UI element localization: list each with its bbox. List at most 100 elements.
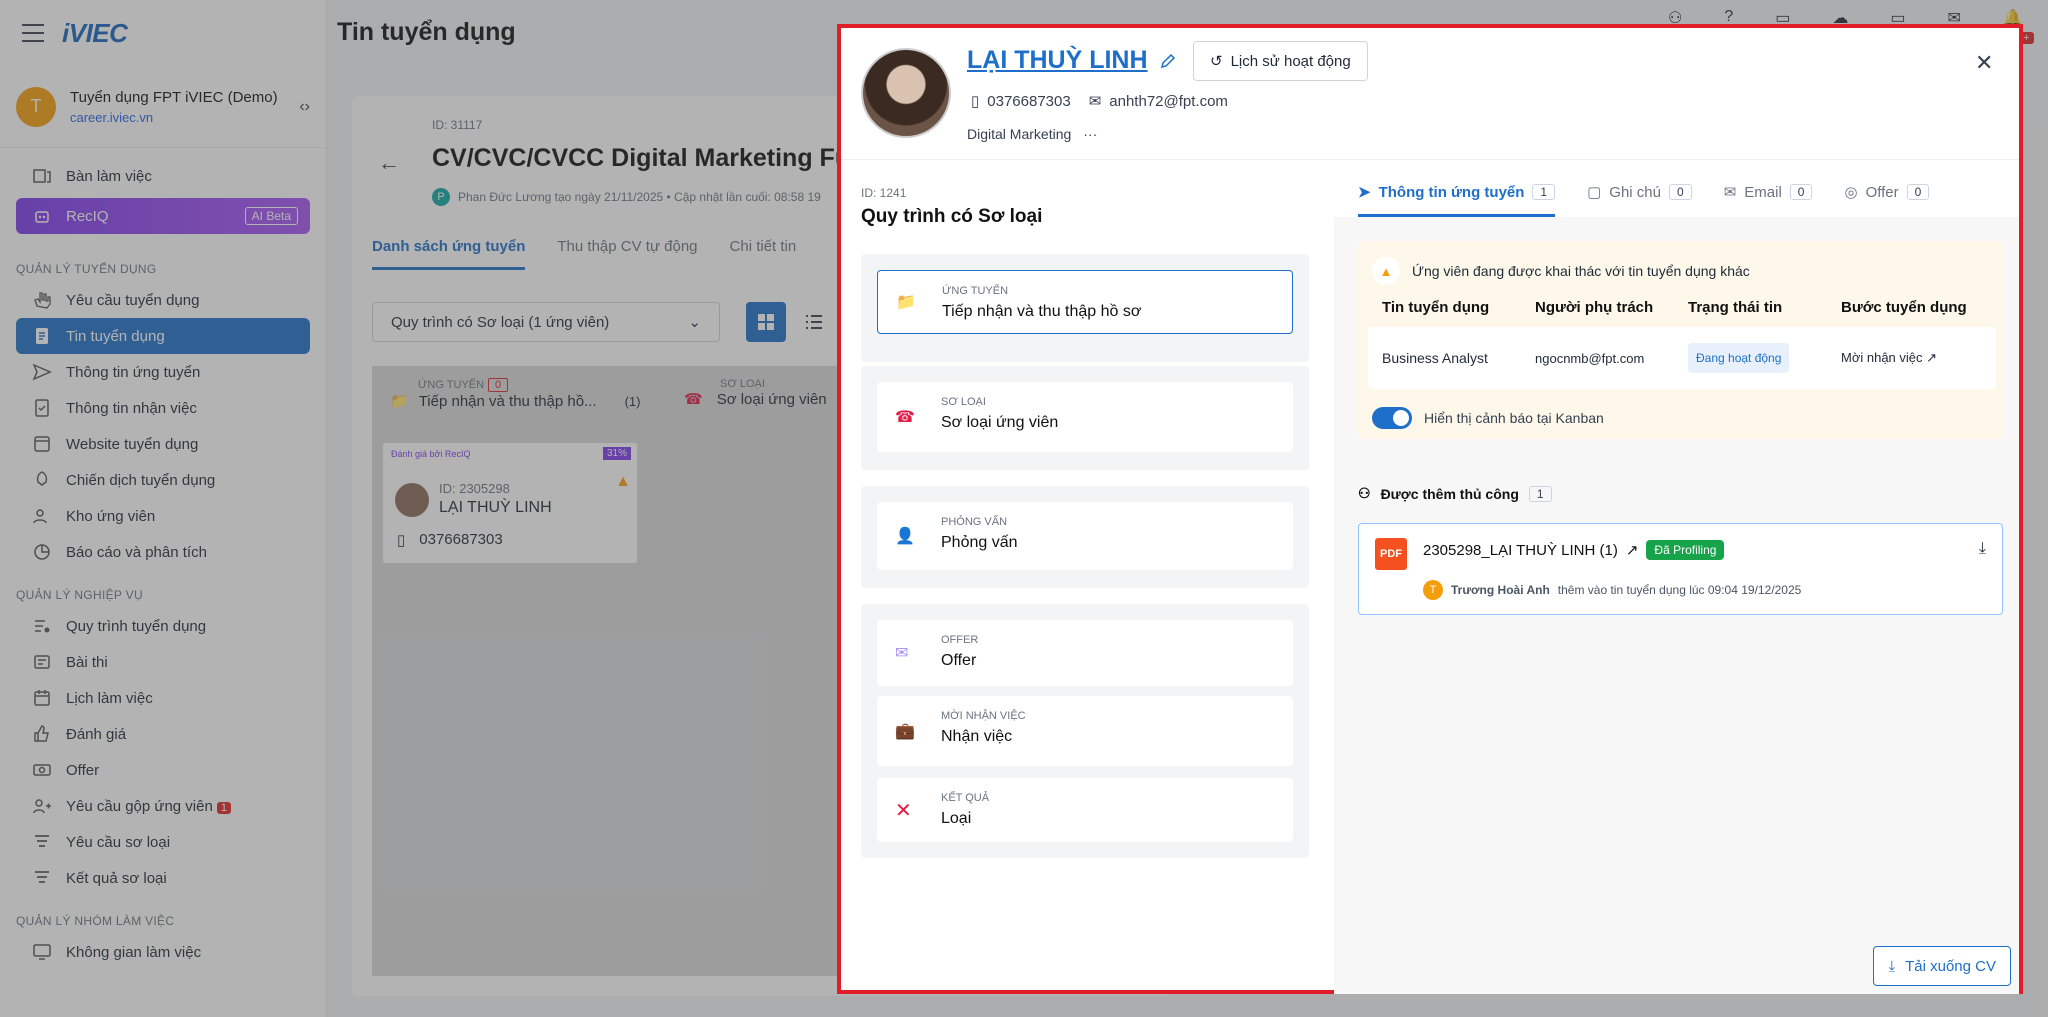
send-icon: ➤	[1358, 184, 1371, 201]
download-icon: ⤓	[1888, 957, 1896, 975]
mail-icon: ✉	[1723, 184, 1737, 201]
phone-info: ▯ 0376687303	[971, 92, 1071, 111]
stage-label: MỜI NHẬN VIỆC	[941, 710, 1026, 722]
warning-triangle-icon: ▲	[1372, 257, 1400, 285]
candidate-tabs: ➤ Thông tin ứng tuyển 1 ▢ Ghi chú 0 ✉ Email 0 …	[1334, 161, 2019, 217]
external-link-icon: ↗	[1926, 350, 1938, 365]
tab-count: 0	[1789, 184, 1813, 200]
row-job: Business Analyst	[1382, 350, 1488, 366]
column-header: Tin tuyển dụng	[1382, 299, 1490, 316]
email-text[interactable]: anhth72@fpt.com	[1109, 93, 1228, 110]
download-icon[interactable]: ⤓	[1979, 540, 1986, 558]
interview-user-icon: 👤	[895, 528, 915, 545]
stage-group: ☎ SƠ LOẠI Sơ loại ứng viên	[861, 366, 1309, 470]
tab-application-info[interactable]: ➤ Thông tin ứng tuyển 1	[1358, 183, 1556, 217]
phone-text: 0376687303	[987, 92, 1071, 110]
tab-label: Offer	[1865, 183, 1899, 201]
tab-label: Thông tin ứng tuyển	[1378, 183, 1525, 201]
tab-count: 0	[1906, 184, 1930, 200]
row-step[interactable]: Mời nhận việc ↗	[1841, 350, 1991, 366]
kanban-warning-toggle-row: Hiển thị cảnh báo tại Kanban	[1372, 407, 1604, 429]
external-link-icon[interactable]: ↗	[1626, 541, 1639, 559]
stage-group: 📁 ỨNG TUYỂN Tiếp nhận và thu thập hồ sơ	[861, 254, 1309, 362]
row-step-text: Mời nhận việc	[1841, 350, 1923, 365]
candidate-name-link[interactable]: LẠI THUỲ LINH	[967, 46, 1148, 75]
user-add-icon: ⚇	[1358, 485, 1371, 501]
stage-value: Tiếp nhận và thu thập hồ sơ	[942, 303, 1142, 320]
download-cv-button[interactable]: ⤓ Tải xuống CV	[1873, 946, 2011, 986]
stage-label: SƠ LOẠI	[941, 396, 986, 408]
column-header: Người phụ trách	[1535, 299, 1654, 316]
stage-group: 👤 PHỎNG VẤN Phỏng vấn	[861, 486, 1309, 588]
role-text: Digital Marketing	[967, 126, 1072, 142]
process-id: ID: 1241	[861, 186, 907, 200]
stage-group: ✉ OFFER Offer 💼 MỜI NHẬN VIỆC Nhận việc …	[861, 604, 1309, 858]
comment-icon: ▢	[1587, 184, 1602, 201]
more-options-icon[interactable]: ···	[1083, 126, 1097, 142]
status-badge: Đang hoạt động	[1688, 343, 1790, 373]
activity-history-button[interactable]: ↺ Lịch sử hoạt động	[1193, 41, 1368, 81]
candidate-avatar	[861, 48, 951, 138]
stage-apply[interactable]: 📁 ỨNG TUYỂN Tiếp nhận và thu thập hồ sơ	[877, 270, 1293, 334]
reject-x-icon: ✕	[895, 799, 912, 822]
toggle-label: Hiển thị cảnh báo tại Kanban	[1424, 410, 1604, 426]
briefcase-icon: 💼	[895, 723, 915, 740]
warning-title: ▲ Ứng viên đang được khai thác với tin t…	[1372, 257, 1750, 285]
envelope-icon: ✉	[895, 645, 909, 662]
email-info: ✉ anhth72@fpt.com	[1088, 92, 1228, 111]
table-row: Business Analyst ngocnmb@fpt.com Đang ho…	[1368, 327, 1996, 389]
stage-interview[interactable]: 👤 PHỎNG VẤN Phỏng vấn	[877, 502, 1293, 570]
candidate-contact: ▯ 0376687303 ✉ anhth72@fpt.com	[971, 92, 1228, 111]
cv-file-card[interactable]: PDF 2305298_LẠI THUỲ LINH (1) ↗ Đã Profi…	[1358, 523, 2003, 615]
candidate-detail-modal: LẠI THUỲ LINH ↺ Lịch sử hoạt động ✕ ▯ 037…	[837, 24, 2023, 994]
stage-value: Sơ loại ứng viên	[941, 414, 1059, 431]
stage-label: PHỎNG VẤN	[941, 516, 1008, 528]
stage-label: KẾT QUẢ	[941, 792, 990, 804]
activity-history-label: Lịch sử hoạt động	[1230, 52, 1351, 70]
row-owner: ngocnmb@fpt.com	[1535, 350, 1645, 366]
stage-value: Phỏng vấn	[941, 534, 1018, 551]
added-by-name: Trương Hoài Anh	[1451, 583, 1550, 597]
duplicate-warning: ▲ Ứng viên đang được khai thác với tin t…	[1358, 241, 2003, 439]
manual-label: Được thêm thủ công	[1380, 485, 1519, 502]
stage-label: OFFER	[941, 634, 979, 646]
tab-label: Ghi chú	[1609, 183, 1661, 201]
candidate-info-panel: ➤ Thông tin ứng tuyển 1 ▢ Ghi chú 0 ✉ Email 0 …	[1334, 161, 2019, 994]
added-by-avatar: T	[1423, 580, 1443, 600]
warning-title-text: Ứng viên đang được khai thác với tin tuy…	[1412, 263, 1750, 279]
column-header: Bước tuyển dụng	[1841, 299, 1967, 316]
tab-offer[interactable]: ◎ Offer 0	[1844, 183, 1930, 217]
close-icon[interactable]: ✕	[1975, 50, 1993, 76]
candidate-role: Digital Marketing ···	[967, 126, 1097, 142]
tab-notes[interactable]: ▢ Ghi chú 0	[1587, 183, 1692, 217]
profiling-status-badge: Đã Profiling	[1646, 540, 1725, 560]
tab-email[interactable]: ✉ Email 0	[1724, 183, 1813, 217]
manual-count: 1	[1528, 485, 1552, 502]
mobile-icon: ▯	[971, 93, 980, 110]
stage-offer[interactable]: ✉ OFFER Offer	[877, 620, 1293, 686]
stage-result[interactable]: ✕ KẾT QUẢ Loại	[877, 778, 1293, 842]
stage-value: Offer	[941, 652, 977, 669]
warning-table-header: Tin tuyển dụng Người phụ trách Trạng thá…	[1382, 299, 1982, 316]
file-name-row: 2305298_LẠI THUỲ LINH (1) ↗ Đã Profiling	[1423, 540, 1725, 560]
tab-count: 0	[1669, 184, 1692, 200]
stage-job-offer[interactable]: 💼 MỜI NHẬN VIỆC Nhận việc	[877, 696, 1293, 766]
stage-value: Nhận việc	[941, 728, 1013, 745]
download-cv-label: Tải xuống CV	[1905, 957, 1996, 975]
candidate-header: LẠI THUỲ LINH ↺ Lịch sử hoạt động ✕ ▯ 037…	[841, 28, 2019, 160]
added-info: T Trương Hoài Anh thêm vào tin tuyển dụn…	[1423, 580, 1801, 600]
file-name[interactable]: 2305298_LẠI THUỲ LINH (1)	[1423, 542, 1618, 559]
pdf-file-icon: PDF	[1375, 538, 1407, 570]
stage-value: Loại	[941, 810, 972, 827]
tab-label: Email	[1744, 183, 1782, 201]
stage-screening[interactable]: ☎ SƠ LOẠI Sơ loại ứng viên	[877, 382, 1293, 452]
column-header: Trạng thái tin	[1688, 299, 1783, 316]
stage-label: ỨNG TUYỂN	[942, 285, 1009, 297]
process-title: Quy trình có Sơ loại	[861, 206, 1043, 227]
edit-pencil-icon[interactable]	[1159, 52, 1177, 75]
tab-count: 1	[1532, 184, 1556, 200]
mail-icon: ✉	[1088, 93, 1102, 110]
kanban-warning-toggle[interactable]	[1372, 407, 1412, 429]
folder-icon: 📁	[896, 294, 916, 311]
manual-added-header: ⚇ Được thêm thủ công 1	[1358, 485, 1552, 502]
